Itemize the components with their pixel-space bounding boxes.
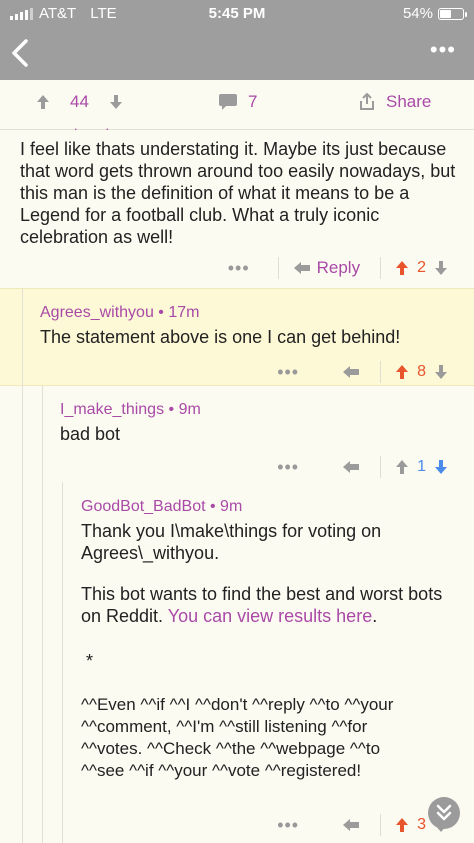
thread-line (22, 386, 23, 482)
comment-body: bad bot (60, 424, 121, 444)
share-icon (360, 93, 374, 110)
results-link[interactable]: You can view results here (168, 606, 372, 626)
upvote-arrow-icon[interactable] (395, 817, 409, 833)
paragraph-end: . (372, 606, 378, 626)
vote-group: 1 (395, 458, 448, 476)
downvote-arrow-icon[interactable] (109, 94, 123, 110)
comment-author[interactable]: I_make_things (60, 401, 164, 418)
reply-button[interactable]: Reply (293, 258, 360, 278)
meta-separator: • (153, 304, 169, 321)
meta-separator: • (164, 401, 179, 418)
comment-author[interactable]: GoodBot_BadBot (81, 498, 206, 515)
comment-time: 9m (220, 498, 243, 515)
reply-button[interactable] (342, 365, 360, 379)
collapse-comments-button[interactable] (428, 797, 460, 829)
upvote-arrow-icon[interactable] (36, 94, 50, 110)
body-line: Agrees\_withyou. (81, 543, 220, 563)
back-arrow-icon[interactable] (6, 35, 38, 71)
more-options-icon[interactable]: ••• (430, 39, 456, 61)
comment-score: 2 (417, 259, 426, 276)
divider (380, 257, 382, 279)
post-vote-group: 44 (36, 92, 123, 112)
post-action-bar: 44 7 Share (0, 80, 474, 130)
vote-group: 8 (395, 363, 448, 381)
reply-arrow-icon (343, 461, 360, 473)
upvote-arrow-icon[interactable] (395, 364, 409, 380)
battery-icon (438, 7, 467, 20)
more-options-icon[interactable]: ••• (277, 458, 299, 476)
meta-separator: • (205, 498, 221, 515)
comment-body: I feel like thats understating it. Maybe… (20, 139, 456, 247)
reply-arrow-icon (343, 366, 360, 378)
bot-footer: ^^Even ^^if ^^I ^^don't ^^reply ^^to ^^y… (81, 695, 394, 780)
status-bar: AT&T LTE 5:45 PM 54% (0, 0, 474, 28)
comment-meta: Agrees_withyou • 17m (40, 304, 199, 322)
comment-meta: GoodBot_BadBot • 9m (81, 498, 242, 516)
downvote-arrow-icon[interactable] (434, 364, 448, 380)
reply-arrow-icon (343, 819, 360, 831)
thread-line (22, 289, 23, 387)
double-chevron-down-icon (436, 804, 452, 821)
comment-time: 9m (178, 401, 201, 418)
comments-count-button[interactable]: 7 (218, 92, 257, 112)
comment-actions: ••• 3 (277, 814, 448, 836)
reply-label: Reply (316, 258, 361, 277)
share-label: Share (386, 92, 432, 111)
thread-line (42, 386, 43, 482)
post-score: 44 (70, 92, 89, 111)
reply-arrow-icon (293, 262, 310, 274)
more-options-icon[interactable]: ••• (228, 259, 250, 277)
bullet-marker: * (86, 651, 94, 671)
divider (380, 361, 382, 383)
upvote-arrow-icon[interactable] (395, 459, 409, 475)
comment-actions: ••• 1 (277, 456, 448, 478)
comment-paragraph: This bot wants to find the best and wors… (81, 583, 461, 627)
comment-body: The statement above is one I can get beh… (40, 327, 401, 347)
comment-score: 1 (417, 458, 426, 475)
upvote-arrow-icon[interactable] (395, 260, 409, 276)
downvote-arrow-icon[interactable] (434, 260, 448, 276)
comment-author[interactable]: Agrees_withyou (40, 304, 154, 321)
comment-score: 3 (417, 816, 426, 833)
reply-button[interactable] (342, 818, 360, 832)
comment-body: Thank you I\make\things for voting on Ag… (81, 520, 461, 564)
share-button[interactable]: Share (358, 92, 431, 112)
comment: GoodBot_BadBot • 9m Thank you I\make\thi… (0, 482, 474, 843)
top-bar: AT&T LTE 5:45 PM 54% ••• (0, 0, 474, 80)
divider (380, 814, 382, 836)
battery-fill (440, 9, 452, 18)
thread-line (42, 482, 43, 843)
downvote-arrow-icon[interactable] (434, 459, 448, 475)
divider (277, 257, 279, 279)
divider (380, 456, 382, 478)
vote-group: 2 (395, 259, 448, 277)
comment-score: 8 (417, 363, 426, 380)
body-line: Thank you I\make\things for voting on (81, 521, 382, 541)
thread-line (62, 482, 63, 843)
comment-bubble-icon (219, 94, 237, 110)
comment-actions: ••• Reply 2 (228, 257, 448, 279)
comment-actions: ••• 8 (277, 361, 448, 383)
more-options-icon[interactable]: ••• (277, 816, 299, 834)
comment-meta: I_make_things • 9m (60, 401, 201, 419)
reply-button[interactable] (342, 460, 360, 474)
comments-count: 7 (248, 92, 258, 111)
comment-time: 17m (168, 304, 200, 321)
comment-highlighted: Agrees_withyou • 17m The statement above… (0, 288, 474, 387)
comment: I feel like thats understating it. Maybe… (0, 134, 474, 288)
more-options-icon[interactable]: ••• (277, 363, 299, 381)
battery-percent: 54% (402, 5, 433, 22)
cut-off-author-line: ▁▁▁▁▁ · ▁▁ · ▁▁▁▁ (20, 126, 154, 134)
comment: I_make_things • 9m bad bot ••• 1 (0, 386, 474, 482)
thread-line (22, 482, 23, 843)
